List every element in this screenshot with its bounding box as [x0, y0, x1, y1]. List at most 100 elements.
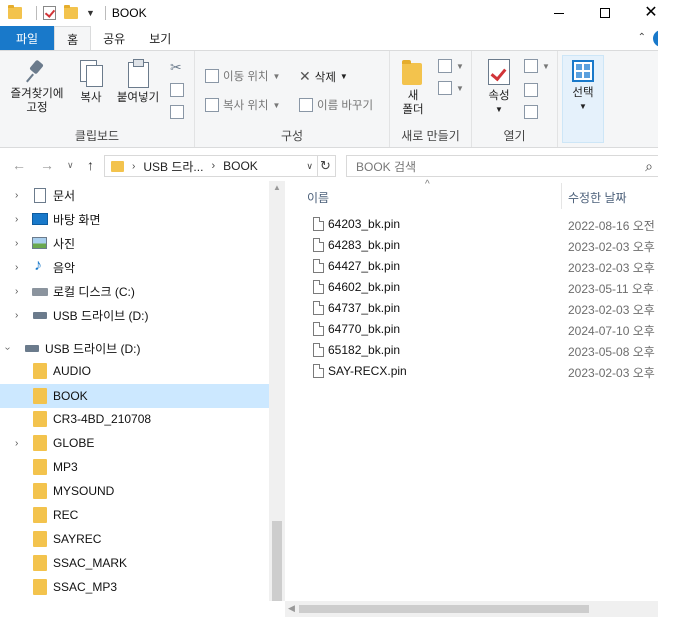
- file-list-scrollbar[interactable]: ◀: [285, 601, 658, 617]
- address-dropdown-icon[interactable]: ∨: [306, 161, 313, 172]
- easy-access-button[interactable]: ▼: [438, 81, 464, 95]
- nav-item-usb-drive[interactable]: › USB 드라이브 (D:): [0, 304, 269, 326]
- new-folder-icon[interactable]: [64, 5, 78, 19]
- file-icon: [313, 343, 324, 357]
- nav-item-folder-rec[interactable]: REC: [0, 504, 269, 526]
- usb-drive-icon: [25, 345, 39, 352]
- nav-item-documents[interactable]: › 문서: [0, 184, 269, 206]
- file-row[interactable]: 64737_bk.pin 2023-02-03 오후 7: [295, 298, 665, 319]
- file-row[interactable]: 64602_bk.pin 2023-05-11 오후 8: [295, 277, 664, 298]
- nav-item-desktop[interactable]: › 바탕 화면: [0, 208, 269, 230]
- nav-item-folder-book[interactable]: BOOK: [0, 384, 269, 408]
- paste-shortcut-icon: [170, 105, 184, 119]
- dropdown-icon: ▼: [456, 61, 464, 71]
- minimize-button[interactable]: [536, 0, 582, 26]
- column-header-modified[interactable]: 수정한 날짜: [568, 189, 627, 206]
- file-name: 64602_bk.pin: [328, 280, 401, 294]
- properties-button[interactable]: 속성 ▼: [482, 59, 516, 117]
- folder-icon: [33, 579, 47, 595]
- nav-item-folder-globe[interactable]: › GLOBE: [0, 432, 269, 454]
- paste-button[interactable]: 붙여넣기: [112, 59, 164, 105]
- nav-item-label: CR3-4BD_210708: [53, 412, 152, 426]
- scrollbar-thumb[interactable]: [272, 521, 282, 601]
- nav-item-folder-sayrec[interactable]: SAYREC: [0, 528, 269, 550]
- chevron-right-icon[interactable]: ›: [15, 310, 18, 321]
- nav-item-usb-drive-expanded[interactable]: › USB 드라이브 (D:): [0, 337, 269, 359]
- up-icon[interactable]: ↑: [87, 157, 94, 173]
- forward-icon[interactable]: →: [40, 157, 54, 173]
- breadcrumb-usb[interactable]: USB 드라...: [143, 158, 203, 175]
- address-bar[interactable]: › USB 드라... › BOOK ∨: [104, 155, 318, 177]
- file-row[interactable]: 65182_bk.pin 2023-05-08 오후 8: [295, 340, 665, 361]
- paste-shortcut-button[interactable]: [170, 105, 188, 119]
- copy-to-button[interactable]: 복사 위치 ▼: [205, 97, 280, 113]
- edit-icon: [524, 83, 538, 97]
- nav-item-label: 바탕 화면: [53, 212, 101, 227]
- nav-item-folder-ssac-mp3[interactable]: SSAC_MP3: [0, 576, 269, 598]
- chevron-right-icon[interactable]: ›: [15, 286, 18, 297]
- file-row[interactable]: 64203_bk.pin 2022-08-16 오전 9: [295, 214, 665, 235]
- properties-icon[interactable]: [43, 6, 56, 20]
- nav-pane-scrollbar[interactable]: ▲: [269, 181, 285, 601]
- nav-item-local-disk[interactable]: › 로컬 디스크 (C:): [0, 280, 269, 302]
- move-to-button[interactable]: 이동 위치 ▼: [205, 68, 280, 84]
- file-row[interactable]: 64283_bk.pin 2023-02-03 오후 4: [295, 235, 665, 256]
- delete-button[interactable]: ✕ 삭제 ▼: [299, 68, 348, 85]
- customize-toolbar-dropdown-icon[interactable]: ▼: [86, 8, 95, 18]
- chevron-right-icon[interactable]: ›: [15, 214, 18, 225]
- pin-to-quick-access-button[interactable]: 즐겨찾기에 고정: [4, 59, 70, 115]
- scrollbar-thumb[interactable]: [299, 605, 589, 613]
- nav-item-folder-cr3[interactable]: CR3-4BD_210708: [0, 408, 269, 430]
- select-button[interactable]: 선택 ▼: [562, 55, 604, 143]
- recent-locations-icon[interactable]: ∨: [67, 160, 74, 171]
- cut-button[interactable]: ✂: [170, 59, 182, 76]
- nav-item-folder-mysound[interactable]: MYSOUND: [0, 480, 269, 502]
- copy-path-button[interactable]: [170, 83, 188, 97]
- open-button[interactable]: ▼: [524, 59, 550, 73]
- folder-icon: [33, 388, 47, 404]
- breadcrumb-book[interactable]: BOOK: [223, 159, 258, 173]
- chevron-right-icon[interactable]: ›: [15, 190, 18, 201]
- back-icon[interactable]: ←: [12, 157, 26, 173]
- tab-home[interactable]: 홈: [54, 26, 92, 51]
- edit-button[interactable]: [524, 83, 542, 97]
- nav-item-folder-mp3[interactable]: MP3: [0, 456, 269, 478]
- delete-label: 삭제: [314, 71, 336, 84]
- chevron-right-icon[interactable]: ›: [15, 438, 18, 449]
- collapse-ribbon-icon[interactable]: ⌃: [638, 32, 646, 43]
- document-icon: [34, 188, 46, 203]
- scroll-up-icon[interactable]: ▲: [273, 183, 281, 192]
- chevron-right-icon[interactable]: ›: [15, 262, 18, 273]
- file-icon: [313, 217, 324, 231]
- history-button[interactable]: [524, 105, 542, 119]
- scroll-left-icon[interactable]: ◀: [288, 603, 295, 614]
- title-bar: ▼ BOOK ✕: [0, 0, 674, 26]
- nav-item-folder-ssac-mark[interactable]: SSAC_MARK: [0, 552, 269, 574]
- column-header-name[interactable]: 이름: [307, 189, 329, 206]
- rename-button[interactable]: 이름 바꾸기: [299, 97, 373, 113]
- file-modified: 2023-02-03 오후 4: [568, 240, 665, 254]
- tab-share[interactable]: 공유: [91, 26, 137, 51]
- tab-file[interactable]: 파일: [0, 26, 55, 51]
- copy-path-icon: [170, 83, 184, 97]
- tab-view[interactable]: 보기: [137, 26, 183, 51]
- nav-item-label: AUDIO: [53, 364, 92, 378]
- nav-item-pictures[interactable]: › 사진: [0, 232, 269, 254]
- copy-button[interactable]: 복사: [74, 59, 108, 105]
- file-row[interactable]: 64427_bk.pin 2023-02-03 오후 4: [295, 256, 665, 277]
- new-item-button[interactable]: ▼: [438, 59, 464, 73]
- new-folder-button[interactable]: 새 폴더: [396, 59, 430, 117]
- nav-item-music[interactable]: › ♪ 음악: [0, 256, 269, 278]
- usb-drive-icon: [33, 312, 47, 319]
- nav-item-folder-audio[interactable]: AUDIO: [0, 360, 269, 382]
- nav-item-label: 문서: [53, 188, 76, 203]
- chevron-down-icon[interactable]: ›: [2, 346, 13, 349]
- column-divider[interactable]: [561, 183, 562, 209]
- folder-icon[interactable]: [8, 5, 22, 19]
- file-row[interactable]: SAY-RECX.pin 2023-02-03 오후 8: [295, 361, 665, 382]
- file-row[interactable]: 64770_bk.pin 2024-07-10 오후 9: [295, 319, 665, 340]
- search-input[interactable]: BOOK 검색 ⌕: [346, 155, 660, 177]
- maximize-button[interactable]: [582, 0, 628, 26]
- chevron-right-icon[interactable]: ›: [15, 238, 18, 249]
- refresh-button[interactable]: ↻: [316, 155, 336, 177]
